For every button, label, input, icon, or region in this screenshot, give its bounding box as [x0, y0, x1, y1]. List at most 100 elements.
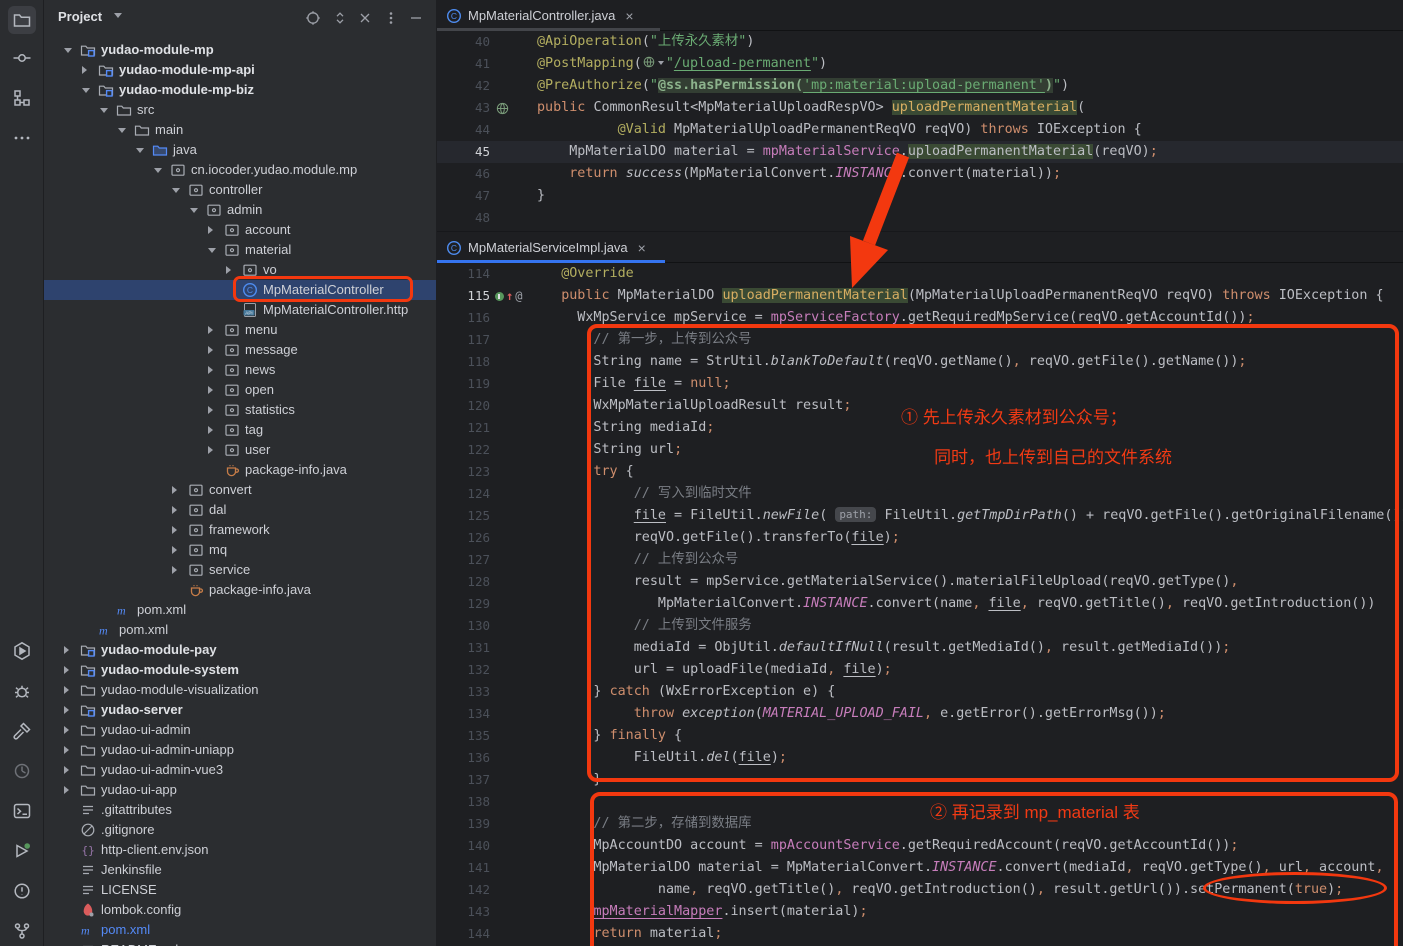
chevron-collapsed-icon[interactable]	[64, 706, 69, 714]
code-line-136[interactable]: 136 FileUtil.del(file);	[437, 747, 1403, 769]
tree-item-yudao-ui-admin-uniapp[interactable]: yudao-ui-admin-uniapp	[44, 740, 437, 760]
chevron-collapsed-icon[interactable]	[172, 566, 177, 574]
chevron-collapsed-icon[interactable]	[208, 446, 213, 454]
code-line-126[interactable]: 126 reqVO.getFile().transferTo(file);	[437, 527, 1403, 549]
chevron-expanded-icon[interactable]	[118, 128, 126, 133]
chevron-collapsed-icon[interactable]	[82, 66, 87, 74]
terminal-icon[interactable]	[8, 797, 36, 825]
tree-item-yudao-module-mp-api[interactable]: yudao-module-mp-api	[44, 60, 437, 80]
commit-icon[interactable]	[8, 44, 36, 72]
close-icon[interactable]: ×	[625, 8, 633, 24]
code-line-122[interactable]: 122 String url;	[437, 439, 1403, 461]
tree-item-yudao-module-mp-biz[interactable]: yudao-module-mp-biz	[44, 80, 437, 100]
code-line-115[interactable]: 115↑@ public MpMaterialDO uploadPermanen…	[437, 285, 1403, 307]
chevron-expanded-icon[interactable]	[154, 168, 162, 173]
tree-item-menu[interactable]: menu	[44, 320, 437, 340]
chevron-expanded-icon[interactable]	[190, 208, 198, 213]
tree-item-http-client.env.json[interactable]: {}http-client.env.json	[44, 840, 437, 860]
chevron-expanded-icon[interactable]	[208, 248, 216, 253]
tree-item-lombok.config[interactable]: lombok.config	[44, 900, 437, 920]
code-line-114[interactable]: 114 @Override	[437, 263, 1403, 285]
tree-item-yudao-server[interactable]: yudao-server	[44, 700, 437, 720]
problems-icon[interactable]	[8, 877, 36, 905]
code-line-129[interactable]: 129 MpMaterialConvert.INSTANCE.convert(n…	[437, 593, 1403, 615]
code-line-143[interactable]: 143 mpMaterialMapper.insert(material);	[437, 901, 1403, 923]
code-line-120[interactable]: 120 WxMpMaterialUploadResult result;	[437, 395, 1403, 417]
hide-panel-icon[interactable]	[407, 9, 425, 27]
code-line-133[interactable]: 133 } catch (WxErrorException e) {	[437, 681, 1403, 703]
tree-item-.gitattributes[interactable]: .gitattributes	[44, 800, 437, 820]
tree-item-pom.xml[interactable]: mpom.xml	[44, 600, 437, 620]
tree-item-admin[interactable]: admin	[44, 200, 437, 220]
code-line-121[interactable]: 121 String mediaId;	[437, 417, 1403, 439]
code-line-128[interactable]: 128 result = mpService.getMaterialServic…	[437, 571, 1403, 593]
code-line-116[interactable]: 116 WxMpService mpService = mpServiceFac…	[437, 307, 1403, 329]
code-line-45[interactable]: 45 MpMaterialDO material = mpMaterialSer…	[437, 141, 1403, 163]
chevron-collapsed-icon[interactable]	[208, 326, 213, 334]
project-folder-icon[interactable]	[8, 6, 36, 34]
code-line-127[interactable]: 127 // 上传到公众号	[437, 549, 1403, 571]
chevron-expanded-icon[interactable]	[136, 148, 144, 153]
code-line-125[interactable]: 125 file = FileUtil.newFile( path: FileU…	[437, 505, 1403, 527]
tree-item-yudao-module-system[interactable]: yudao-module-system	[44, 660, 437, 680]
code-line-137[interactable]: 137 }	[437, 769, 1403, 791]
code-line-140[interactable]: 140 MpAccountDO account = mpAccountServi…	[437, 835, 1403, 857]
tree-item-java[interactable]: java	[44, 140, 437, 160]
chevron-collapsed-icon[interactable]	[208, 366, 213, 374]
tree-item-readme.md[interactable]: README.md	[44, 940, 437, 946]
tree-item-yudao-ui-admin[interactable]: yudao-ui-admin	[44, 720, 437, 740]
tree-item-mpmaterialcontroller[interactable]: CMpMaterialController	[44, 280, 437, 300]
code-line-142[interactable]: 142 name, reqVO.getTitle(), reqVO.getInt…	[437, 879, 1403, 901]
tree-item-pom.xml[interactable]: mpom.xml	[44, 920, 437, 940]
tree-item-dal[interactable]: dal	[44, 500, 437, 520]
chevron-collapsed-icon[interactable]	[208, 386, 213, 394]
chevron-expanded-icon[interactable]	[64, 48, 72, 53]
code-line-144[interactable]: 144 return material;	[437, 923, 1403, 945]
code-line-119[interactable]: 119 File file = null;	[437, 373, 1403, 395]
tree-item-convert[interactable]: convert	[44, 480, 437, 500]
code-area-controller[interactable]: 40@ApiOperation("上传永久素材")41@PostMapping(…	[437, 31, 1403, 229]
tree-item-material[interactable]: material	[44, 240, 437, 260]
chevron-expanded-icon[interactable]	[82, 88, 90, 93]
code-line-41[interactable]: 41@PostMapping("/upload-permanent")	[437, 53, 1403, 75]
code-line-118[interactable]: 118 String name = StrUtil.blankToDefault…	[437, 351, 1403, 373]
tree-item-src[interactable]: src	[44, 100, 437, 120]
panel-options-icon[interactable]	[382, 9, 400, 27]
chevron-collapsed-icon[interactable]	[208, 226, 213, 234]
code-line-44[interactable]: 44 @Valid MpMaterialUploadPermanentReqVO…	[437, 119, 1403, 141]
code-line-47[interactable]: 47}	[437, 185, 1403, 207]
project-panel-title[interactable]: Project	[58, 9, 102, 24]
chevron-collapsed-icon[interactable]	[64, 686, 69, 694]
chevron-collapsed-icon[interactable]	[172, 486, 177, 494]
tree-item-cn.iocoder.yudao.module.mp[interactable]: cn.iocoder.yudao.module.mp	[44, 160, 437, 180]
code-line-131[interactable]: 131 mediaId = ObjUtil.defaultIfNull(resu…	[437, 637, 1403, 659]
tree-item-yudao-module-visualization[interactable]: yudao-module-visualization	[44, 680, 437, 700]
tree-item-pom.xml[interactable]: mpom.xml	[44, 620, 437, 640]
tree-item-controller[interactable]: controller	[44, 180, 437, 200]
tree-item-.gitignore[interactable]: .gitignore	[44, 820, 437, 840]
chevron-collapsed-icon[interactable]	[64, 646, 69, 654]
tree-item-yudao-ui-app[interactable]: yudao-ui-app	[44, 780, 437, 800]
version-control-icon[interactable]	[8, 917, 36, 945]
code-line-134[interactable]: 134 throw exception(MATERIAL_UPLOAD_FAIL…	[437, 703, 1403, 725]
tree-item-open[interactable]: open	[44, 380, 437, 400]
code-line-40[interactable]: 40@ApiOperation("上传永久素材")	[437, 31, 1403, 53]
code-line-135[interactable]: 135 } finally {	[437, 725, 1403, 747]
tree-item-yudao-ui-admin-vue3[interactable]: yudao-ui-admin-vue3	[44, 760, 437, 780]
tree-item-statistics[interactable]: statistics	[44, 400, 437, 420]
services-icon[interactable]	[8, 837, 36, 865]
chevron-expanded-icon[interactable]	[100, 108, 108, 113]
code-line-130[interactable]: 130 // 上传到文件服务	[437, 615, 1403, 637]
tab-mpmaterialcontroller[interactable]: C MpMaterialController.java ×	[437, 0, 644, 31]
tab-mpmaterialserviceimpl[interactable]: C MpMaterialServiceImpl.java ×	[437, 232, 656, 263]
chevron-collapsed-icon[interactable]	[64, 746, 69, 754]
tree-item-message[interactable]: message	[44, 340, 437, 360]
structure-icon[interactable]	[8, 84, 36, 112]
chevron-collapsed-icon[interactable]	[208, 346, 213, 354]
code-line-123[interactable]: 123 try {	[437, 461, 1403, 483]
tree-item-package-info.java[interactable]: package-info.java	[44, 460, 437, 480]
chevron-collapsed-icon[interactable]	[226, 266, 231, 274]
collapse-all-icon[interactable]	[356, 9, 374, 27]
chevron-collapsed-icon[interactable]	[172, 546, 177, 554]
profiler-icon[interactable]	[8, 757, 36, 785]
